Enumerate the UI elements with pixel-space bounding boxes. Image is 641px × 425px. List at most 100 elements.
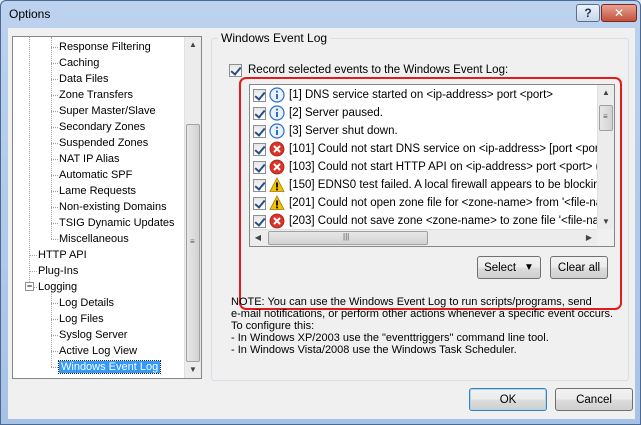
tree-item-label: Response Filtering [59,41,151,53]
tree-item[interactable]: HTTP API [38,247,87,263]
clear-all-button[interactable]: Clear all [550,256,608,279]
event-row[interactable]: [3] Server shut down. [250,122,598,140]
scroll-up-arrow-icon[interactable]: ▲ [185,37,201,53]
list-vertical-scrollbar[interactable]: ▲ ≡ ▼ [597,85,614,230]
event-row[interactable]: [1] DNS service started on <ip-address> … [250,86,598,104]
grip-icon: ||| [343,232,350,241]
note-line: To configure this: [231,320,315,332]
tree-item[interactable]: Secondary Zones [59,119,145,135]
scroll-right-arrow-icon[interactable]: ▶ [581,230,597,246]
tree-item[interactable]: Miscellaneous [59,231,129,247]
warning-icon [269,177,289,193]
tree-item[interactable]: NAT IP Alias [59,151,120,167]
tree-item[interactable]: Non-existing Domains [59,199,167,215]
options-tree[interactable]: ▲ ≡ ▼ Response Filtering Caching Data File… [12,36,202,379]
tree-item[interactable]: Automatic SPF [59,167,132,183]
tree-item-label: TSIG Dynamic Updates [59,217,175,229]
select-button-label: Select [484,261,517,274]
tree-connector [29,37,30,282]
tree-item-label: Suspended Zones [59,137,149,149]
tree-item[interactable]: Data Files [59,71,109,87]
scroll-down-arrow-icon[interactable]: ▼ [598,214,614,230]
tree-item-label: Windows Event Log [57,360,162,374]
error-icon [269,141,289,157]
tree-item[interactable]: Plug-Ins [38,263,78,279]
event-row[interactable]: [2] Server paused. [250,104,598,122]
tree-connector [51,223,58,224]
event-row[interactable]: [201] Could not open zone file for <zone… [250,194,598,212]
event-text: [3] Server shut down. [289,125,398,137]
tree-item[interactable]: Caching [59,55,99,71]
tree-connector [51,367,58,368]
window-title: Options [9,7,51,21]
close-button[interactable]: ✕ [601,4,637,22]
cancel-button[interactable]: Cancel [555,388,633,411]
event-list[interactable]: [251] Failed to load plug-in "<plug-in-n… [249,84,615,247]
tree-connector [51,335,58,336]
help-button[interactable]: ? [576,4,600,22]
record-events-checkbox[interactable] [229,63,242,77]
tree-item-label: Log Details [59,297,115,309]
tree-item[interactable]: Logging [38,279,77,295]
tree-connector [51,351,58,352]
tree-item[interactable]: TSIG Dynamic Updates [59,215,175,231]
tree-item[interactable]: Zone Transfers [59,87,133,103]
tree-item[interactable]: Log Files [59,311,104,327]
event-text: [203] Could not save zone <zone-name> to… [289,215,598,227]
note-line: e-mail notifications, or perform other a… [231,308,614,320]
tree-connector [51,175,58,176]
grip-icon: ≡ [190,237,195,246]
title-bar[interactable]: Options ? ✕ [1,1,640,27]
list-hscroll-thumb[interactable]: ||| [268,231,428,245]
tree-item-label: Caching [59,57,100,69]
event-checkbox[interactable] [253,124,266,138]
scroll-up-arrow-icon[interactable]: ▲ [598,85,614,101]
collapse-icon[interactable]: − [25,282,34,291]
warning-icon [269,195,289,211]
scroll-down-arrow-icon[interactable]: ▼ [185,362,201,378]
tree-item[interactable]: Lame Requests [59,183,136,199]
tree-item-label: Data Files [59,73,109,85]
select-button[interactable]: Select ▼ [477,256,541,279]
tree-item[interactable]: Windows Event Log [57,359,162,375]
info-icon [269,105,289,121]
tree-item-label: Zone Transfers [59,89,133,101]
tree-connector [51,47,58,48]
tree-item[interactable]: Active Log View [59,343,137,359]
tree-item[interactable]: Log Details [59,295,114,311]
tree-item-label: Lame Requests [59,185,137,197]
tree-item[interactable]: Response Filtering [59,39,151,55]
tree-connector [51,79,58,80]
list-horizontal-scrollbar[interactable]: ◀ ||| ▶ [250,229,598,246]
tree-connector [51,143,58,144]
tree-item-label: Automatic SPF [59,169,133,181]
info-icon [269,123,289,139]
scroll-left-arrow-icon[interactable]: ◀ [250,230,266,246]
event-checkbox[interactable] [253,160,266,174]
ok-button[interactable]: OK [469,388,547,411]
tree-item-label: HTTP API [38,249,87,261]
record-events-label: Record selected events to the Windows Ev… [248,64,509,76]
event-checkbox[interactable] [253,88,266,102]
event-row[interactable]: [150] EDNS0 test failed. A local firewal… [250,176,598,194]
event-text: [2] Server paused. [289,107,383,119]
event-row[interactable]: [203] Could not save zone <zone-name> to… [250,212,598,230]
event-checkbox[interactable] [253,214,266,228]
event-text: [101] Could not start DNS service on <ip… [289,143,598,155]
event-checkbox[interactable] [253,106,266,120]
tree-item[interactable]: Suspended Zones [59,135,148,151]
tree-vertical-scrollbar[interactable]: ▲ ≡ ▼ [184,37,201,378]
event-row[interactable]: [101] Could not start DNS service on <ip… [250,140,598,158]
note-line: NOTE: You can use the Windows Event Log … [231,296,592,308]
event-checkbox[interactable] [253,178,266,192]
list-scroll-thumb[interactable]: ≡ [599,105,613,131]
tree-item-label: Super Master/Slave [59,105,156,117]
event-row[interactable]: [103] Could not start HTTP API on <ip-ad… [250,158,598,176]
event-checkbox[interactable] [253,142,266,156]
tree-item[interactable]: Syslog Server [59,327,127,343]
tree-item[interactable]: Super Master/Slave [59,103,156,119]
tree-scroll-thumb[interactable]: ≡ [186,124,200,362]
event-checkbox[interactable] [253,196,266,210]
tree-connector [51,37,52,239]
record-events-option[interactable]: Record selected events to the Windows Ev… [229,63,508,77]
